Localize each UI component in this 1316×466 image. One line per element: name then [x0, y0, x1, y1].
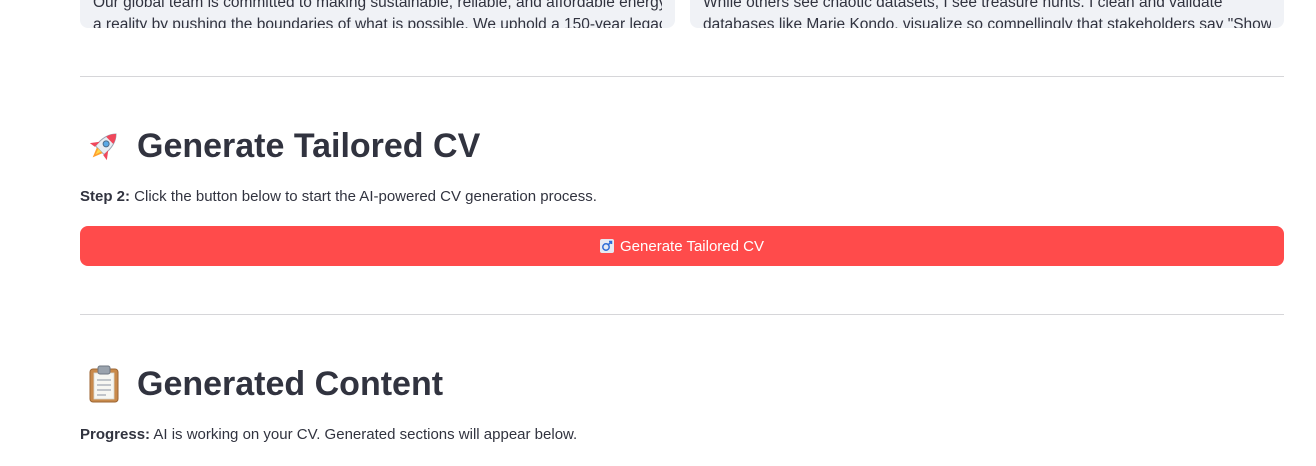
step-text: Click the button below to start the AI-p…: [130, 188, 597, 205]
progress-text: AI is working on your CV. Generated sect…: [150, 426, 578, 443]
generate-cv-button[interactable]: Generate Tailored CV: [80, 226, 1284, 266]
applicant-summary-line: databases like Marie Kondo, visualize so…: [703, 16, 1271, 28]
applicant-summary-line: While others see chaotic datasets, I see…: [703, 0, 1223, 11]
section-divider: [80, 314, 1284, 315]
progress-label: Progress:: [80, 426, 151, 443]
company-description-line: a reality by pushing the boundaries of w…: [93, 16, 662, 28]
company-description-line: Our global team is committed to making s…: [93, 0, 662, 11]
generate-section-title: Generate Tailored CV: [137, 126, 481, 165]
progress-status: Progress: AI is working on your CV. Gene…: [80, 426, 577, 443]
clipboard-icon: [89, 365, 119, 403]
section-divider: [80, 76, 1284, 77]
generate-cv-button-label: Generate Tailored CV: [620, 237, 764, 255]
content-section-heading: Generated Content: [84, 364, 443, 404]
company-description-textarea[interactable]: Our global team is committed to making s…: [80, 0, 675, 28]
generate-section-heading: Generate Tailored CV: [84, 126, 480, 166]
rocket-icon: [89, 133, 117, 161]
male-sign-icon: [600, 239, 614, 253]
page: Our global team is committed to making s…: [0, 0, 1316, 466]
applicant-summary-textarea[interactable]: While others see chaotic datasets, I see…: [690, 0, 1284, 28]
step-instructions: Step 2: Click the button below to start …: [80, 188, 597, 205]
step-label: Step 2:: [80, 188, 131, 205]
content-section-title: Generated Content: [137, 364, 444, 403]
